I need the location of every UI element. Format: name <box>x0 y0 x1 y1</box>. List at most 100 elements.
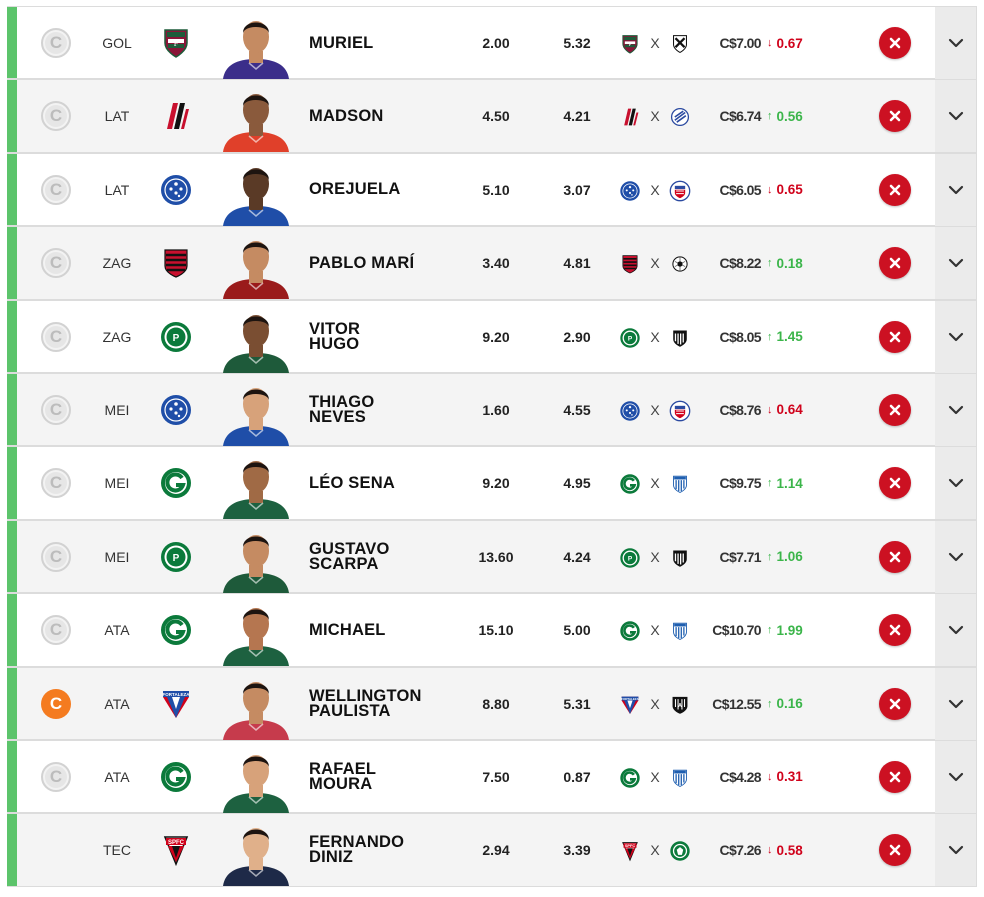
expand-row-button[interactable] <box>935 153 976 226</box>
captain-toggle[interactable]: C <box>41 615 71 646</box>
team-crest-icon: P <box>159 320 193 354</box>
svg-text:P: P <box>173 333 180 344</box>
remove-player-button[interactable] <box>879 27 911 59</box>
remove-player-button[interactable] <box>879 760 911 793</box>
remove-player-button[interactable] <box>879 100 911 133</box>
match-away-crest-icon <box>669 180 691 202</box>
svg-text:P: P <box>173 553 180 564</box>
remove-player-button[interactable] <box>879 467 911 500</box>
player-name[interactable]: WELLINGTON PAULISTA <box>309 668 459 740</box>
expand-row-button[interactable] <box>935 667 976 740</box>
last-points: 15.10 <box>478 622 514 639</box>
versus-label: X <box>650 622 660 639</box>
captain-toggle[interactable]: C <box>41 688 71 719</box>
player-price: C$8.76 <box>719 401 761 418</box>
chevron-down-icon <box>948 405 964 415</box>
captain-toggle[interactable]: C <box>41 394 71 425</box>
price-variation: ↑ 1.45 <box>767 329 803 345</box>
match-home-crest-icon <box>619 106 641 128</box>
player-name-line: OREJUELA <box>309 180 401 199</box>
player-name-line: MADSON <box>309 106 384 125</box>
svg-text:A: A <box>678 702 682 708</box>
arrow-up-icon: ↑ <box>767 697 773 710</box>
remove-player-button[interactable] <box>879 834 911 867</box>
expand-row-button[interactable] <box>935 520 976 593</box>
expand-row-button[interactable] <box>935 80 976 153</box>
player-name[interactable]: MADSON <box>309 80 459 152</box>
player-price: C$7.26 <box>719 842 761 859</box>
captain-toggle[interactable]: C <box>41 101 71 132</box>
team-crest-icon <box>159 393 193 427</box>
versus-label: X <box>650 255 660 272</box>
captain-toggle[interactable]: C <box>41 248 71 279</box>
player-photo <box>217 374 295 446</box>
last-points: 2.94 <box>482 842 510 859</box>
match-home-crest-icon: F <box>619 33 641 55</box>
player-name[interactable]: VITOR HUGO <box>309 301 459 373</box>
remove-player-button[interactable] <box>879 320 911 353</box>
average-points: 4.24 <box>563 548 591 565</box>
expand-row-button[interactable] <box>935 594 976 667</box>
player-name-line: HUGO <box>309 334 360 353</box>
player-name[interactable]: OREJUELA <box>309 154 459 226</box>
match-away-crest-icon <box>669 33 691 55</box>
svg-text:P: P <box>628 335 633 342</box>
player-row: C ZAG P VITOR HUGO 9.20 2.90 P X C$8.05 ↑… <box>7 299 977 373</box>
team-crest-icon <box>159 613 193 647</box>
match-home-crest-icon <box>619 473 641 495</box>
remove-player-button[interactable] <box>879 393 911 426</box>
player-price: C$6.74 <box>719 108 761 125</box>
team-lineup-list: C GOL F MURIEL 2.00 5.32 F X C$7.00 ↓ 0.6… <box>7 6 977 887</box>
player-name[interactable]: RAFAEL MOURA <box>309 741 459 813</box>
remove-player-button[interactable] <box>879 687 911 720</box>
player-position: ATA <box>104 768 130 785</box>
remove-player-button[interactable] <box>879 614 911 647</box>
last-points: 9.20 <box>482 475 510 492</box>
average-points: 3.39 <box>563 842 591 859</box>
player-name[interactable]: PABLO MARÍ <box>309 227 459 299</box>
remove-player-button[interactable] <box>879 247 911 280</box>
svg-text:SPFC: SPFC <box>168 840 185 846</box>
svg-text:P: P <box>628 555 633 562</box>
player-name-line: MICHAEL <box>309 620 386 639</box>
captain-toggle[interactable]: C <box>41 468 71 499</box>
captain-toggle[interactable]: C <box>41 321 71 352</box>
player-name[interactable]: THIAGO NEVES <box>309 374 459 446</box>
svg-text:F: F <box>174 39 179 48</box>
captain-toggle[interactable]: C <box>41 761 71 792</box>
expand-row-button[interactable] <box>935 373 976 446</box>
chevron-down-icon <box>948 111 964 121</box>
close-icon <box>888 256 902 270</box>
player-name[interactable]: FERNANDO DINIZ <box>309 814 459 886</box>
player-name[interactable]: LÉO SENA <box>309 447 459 519</box>
match-home-crest-icon: FORTALEZA <box>619 694 641 716</box>
captain-toggle[interactable]: C <box>41 28 71 58</box>
expand-row-button[interactable] <box>935 740 976 813</box>
svg-text:SPFC: SPFC <box>625 843 636 848</box>
match-home-crest-icon <box>619 253 641 275</box>
expand-row-button[interactable] <box>935 814 976 887</box>
last-points: 7.50 <box>482 768 510 785</box>
team-crest-icon: F <box>159 26 193 60</box>
expand-row-button[interactable] <box>935 227 976 300</box>
expand-row-button[interactable] <box>935 7 976 79</box>
player-name[interactable]: MURIEL <box>309 7 459 79</box>
expand-row-button[interactable] <box>935 447 976 520</box>
row-accent-bar <box>7 7 17 79</box>
captain-toggle[interactable]: C <box>41 174 71 205</box>
row-accent-bar <box>7 667 17 739</box>
team-crest-icon <box>159 246 193 280</box>
match-away-crest-icon <box>669 473 691 495</box>
captain-toggle[interactable]: C <box>41 541 71 572</box>
last-points: 5.10 <box>482 181 510 198</box>
chevron-down-icon <box>948 38 964 48</box>
player-row: C GOL F MURIEL 2.00 5.32 F X C$7.00 ↓ 0.6… <box>7 6 977 80</box>
team-crest-icon: P <box>159 540 193 574</box>
expand-row-button[interactable] <box>935 300 976 373</box>
player-name[interactable]: MICHAEL <box>309 594 459 666</box>
player-photo <box>217 301 295 373</box>
remove-player-button[interactable] <box>879 540 911 573</box>
average-points: 4.81 <box>563 255 591 272</box>
remove-player-button[interactable] <box>879 173 911 206</box>
player-name[interactable]: GUSTAVO SCARPA <box>309 521 459 593</box>
